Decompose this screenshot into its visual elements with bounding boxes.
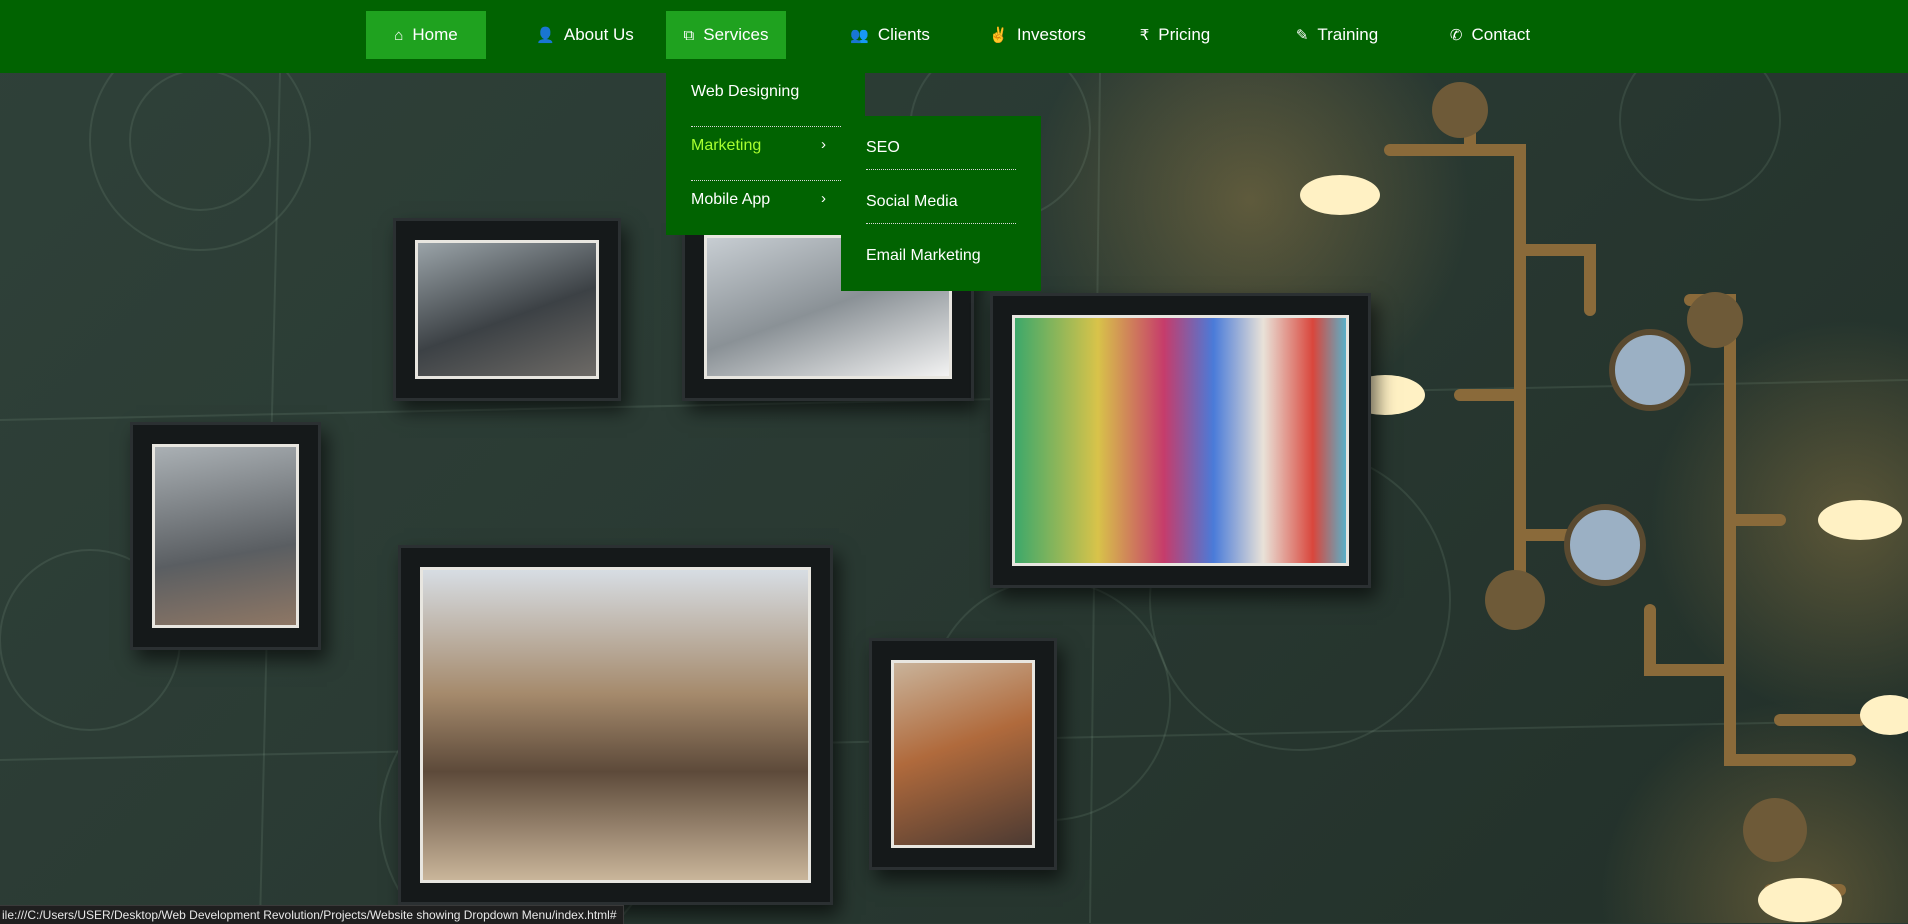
nav-pricing-label: Pricing bbox=[1158, 25, 1211, 44]
edit-icon: ✎ bbox=[1295, 26, 1309, 44]
picture-frame bbox=[398, 545, 833, 905]
nav-training-label: Training bbox=[1317, 25, 1379, 44]
dropdown-item-label: Mobile App bbox=[691, 191, 771, 208]
submenu-item-label: SEO bbox=[866, 139, 900, 156]
services-dropdown: Web Designing Marketing › Mobile App › bbox=[666, 73, 865, 235]
submenu-item-seo[interactable]: SEO bbox=[866, 116, 1016, 170]
chevron-right-icon: › bbox=[821, 136, 826, 153]
clone-icon: ⧉ bbox=[683, 26, 695, 44]
nav-home[interactable]: ⌂ Home bbox=[366, 11, 486, 59]
chevron-right-icon: › bbox=[821, 190, 826, 207]
picture-frame bbox=[393, 218, 621, 401]
users-icon: 👥 bbox=[850, 26, 869, 44]
rupee-icon: ₹ bbox=[1139, 26, 1150, 44]
dropdown-item-mobile-app[interactable]: Mobile App › bbox=[691, 181, 841, 234]
nav-pricing[interactable]: ₹ Pricing bbox=[1115, 11, 1235, 59]
dropdown-item-web-designing[interactable]: Web Designing bbox=[691, 73, 841, 127]
picture-frame bbox=[990, 293, 1371, 588]
nav-about-us[interactable]: 👤 About Us bbox=[520, 11, 650, 59]
nav-contact[interactable]: ✆ Contact bbox=[1425, 11, 1555, 59]
nav-about-us-label: About Us bbox=[563, 25, 634, 44]
picture-frame bbox=[869, 638, 1057, 870]
main-navbar: ⌂ Home 👤 About Us ⧉ Services 👥 Clients ✌… bbox=[0, 0, 1908, 73]
submenu-item-label: Social Media bbox=[866, 193, 958, 210]
nav-home-label: Home bbox=[412, 25, 458, 44]
dropdown-item-marketing[interactable]: Marketing › bbox=[691, 127, 841, 181]
nav-services-label: Services bbox=[703, 25, 769, 44]
nav-investors[interactable]: ✌ Investors bbox=[970, 11, 1105, 59]
submenu-item-label: Email Marketing bbox=[866, 247, 981, 264]
phone-icon: ✆ bbox=[1449, 26, 1463, 44]
nav-clients[interactable]: 👥 Clients bbox=[825, 11, 955, 59]
submenu-item-email-marketing[interactable]: Email Marketing bbox=[866, 224, 1016, 277]
nav-services[interactable]: ⧉ Services bbox=[666, 11, 786, 59]
nav-training[interactable]: ✎ Training bbox=[1272, 11, 1402, 59]
marketing-submenu: SEO Social Media Email Marketing bbox=[841, 116, 1041, 291]
submenu-item-social-media[interactable]: Social Media bbox=[866, 170, 1016, 224]
picture-frame bbox=[130, 422, 321, 650]
browser-status-url: ile:///C:/Users/USER/Desktop/Web Develop… bbox=[0, 905, 624, 924]
dropdown-item-label: Marketing bbox=[691, 137, 762, 154]
nav-investors-label: Investors bbox=[1016, 25, 1086, 44]
user-icon: 👤 bbox=[536, 26, 555, 44]
nav-clients-label: Clients bbox=[877, 25, 930, 44]
nav-contact-label: Contact bbox=[1471, 25, 1531, 44]
dropdown-item-label: Web Designing bbox=[691, 83, 800, 100]
home-icon: ⌂ bbox=[394, 26, 404, 44]
hand-peace-icon: ✌ bbox=[989, 26, 1008, 44]
